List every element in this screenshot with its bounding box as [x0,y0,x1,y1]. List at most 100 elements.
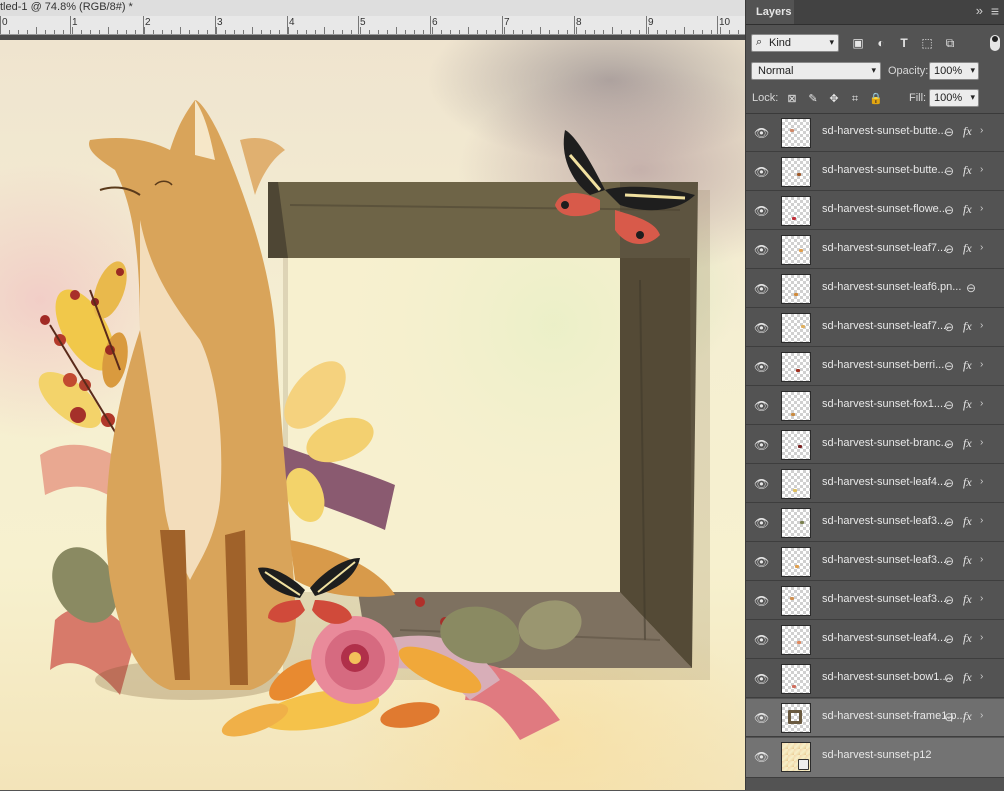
layer-name[interactable]: sd-harvest-sunset-fox1.... [822,398,946,410]
layer-name[interactable]: sd-harvest-sunset-butte... [822,164,947,176]
layer-effects-icon[interactable]: fx [963,670,972,685]
expand-effects-chevron-icon[interactable]: › [980,710,983,721]
layer-row[interactable]: 👁 sd-harvest-sunset-leaf6.pn... ⊖ [746,270,1004,308]
layer-effects-icon[interactable]: fx [963,358,972,373]
expand-effects-chevron-icon[interactable]: › [980,125,983,136]
filter-toggle[interactable] [990,35,1000,51]
expand-effects-chevron-icon[interactable]: › [980,554,983,565]
expand-effects-chevron-icon[interactable]: › [980,515,983,526]
layer-effects-icon[interactable]: fx [963,475,972,490]
layer-name[interactable]: sd-harvest-sunset-leaf4.... [822,632,949,644]
smart-object-filter-icon[interactable]: ⧉ [942,35,958,51]
layer-name[interactable]: sd-harvest-sunset-flowe... [822,203,948,215]
expand-effects-chevron-icon[interactable]: › [980,476,983,487]
layer-row[interactable]: 👁 sd-harvest-sunset-butte... ⊖ fx › [746,153,1004,191]
expand-effects-chevron-icon[interactable]: › [980,164,983,175]
collapse-panel-icon[interactable]: » [976,3,983,18]
horizontal-ruler[interactable]: 0 1 2 3 4 5 6 7 8 9 10 [0,16,745,35]
opacity-field[interactable]: 100% ▾ [929,62,979,80]
visibility-eye-icon[interactable]: 👁 [754,282,769,296]
expand-effects-chevron-icon[interactable]: › [980,398,983,409]
visibility-eye-icon[interactable]: 👁 [754,399,769,413]
layer-row[interactable]: 👁 sd-harvest-sunset-leaf7.... ⊖ fx › [746,231,1004,269]
visibility-eye-icon[interactable]: 👁 [754,555,769,569]
layer-row[interactable]: 👁 sd-harvest-sunset-berri... ⊖ fx › [746,348,1004,386]
layer-name[interactable]: sd-harvest-sunset-leaf3.... [822,593,949,605]
layer-name[interactable]: sd-harvest-sunset-leaf4.... [822,476,949,488]
layer-name[interactable]: sd-harvest-sunset-branc... [822,437,950,449]
lock-artboard-icon[interactable]: ⌗ [848,92,862,106]
layer-row[interactable]: 👁 sd-harvest-sunset-leaf4.... ⊖ fx › [746,465,1004,503]
lock-all-icon[interactable]: 🔒 [869,92,883,106]
document-tab[interactable]: tled-1 @ 74.8% (RGB/8#) * [0,0,745,17]
layer-effects-icon[interactable]: fx [963,514,972,529]
layer-name[interactable]: sd-harvest-sunset-leaf6.pn... [822,281,961,293]
expand-effects-chevron-icon[interactable]: › [980,359,983,370]
layer-row[interactable]: 👁 sd-harvest-sunset-bow1.... ⊖ fx › [746,660,1004,698]
layer-row[interactable]: 👁 sd-harvest-sunset-leaf3.... ⊖ fx › [746,543,1004,581]
layer-effects-icon[interactable]: fx [963,241,972,256]
layer-effects-icon[interactable]: fx [963,553,972,568]
expand-effects-chevron-icon[interactable]: › [980,593,983,604]
document-canvas[interactable] [0,40,745,790]
layer-row[interactable]: 👁 sd-harvest-sunset-flowe... ⊖ fx › [746,192,1004,230]
visibility-eye-icon[interactable]: 👁 [754,516,769,530]
layer-effects-icon[interactable]: fx [963,631,972,646]
layer-row[interactable]: 👁 sd-harvest-sunset-branc... ⊖ fx › [746,426,1004,464]
lock-pixels-icon[interactable]: ✎ [806,92,820,106]
visibility-eye-icon[interactable]: 👁 [754,165,769,179]
visibility-eye-icon[interactable]: 👁 [754,360,769,374]
fill-field[interactable]: 100% ▾ [929,89,979,107]
visibility-eye-icon[interactable]: 👁 [754,438,769,452]
layer-name[interactable]: sd-harvest-sunset-bow1.... [822,671,952,683]
visibility-eye-icon[interactable]: 👁 [754,750,769,764]
layer-name[interactable]: sd-harvest-sunset-berri... [822,359,944,371]
visibility-eye-icon[interactable]: 👁 [754,243,769,257]
expand-effects-chevron-icon[interactable]: › [980,242,983,253]
visibility-eye-icon[interactable]: 👁 [754,126,769,140]
layer-row[interactable]: 👁 sd-harvest-sunset-butte... ⊖ fx › [746,114,1004,152]
shape-filter-icon[interactable]: ⬚ [919,35,935,51]
layer-name[interactable]: sd-harvest-sunset-leaf3.... [822,515,949,527]
visibility-eye-icon[interactable]: 👁 [754,633,769,647]
expand-effects-chevron-icon[interactable]: › [980,320,983,331]
layer-effects-icon[interactable]: fx [963,202,972,217]
filter-kind-select[interactable]: ⌕ Kind ▾ [751,34,839,52]
type-filter-icon[interactable]: T [896,35,912,51]
visibility-eye-icon[interactable]: 👁 [754,594,769,608]
layer-effects-icon[interactable]: fx [963,709,972,724]
layers-list[interactable]: 👁 sd-harvest-sunset-butte... ⊖ fx › 👁 sd-harve… [746,113,1004,791]
layer-effects-icon[interactable]: fx [963,592,972,607]
expand-effects-chevron-icon[interactable]: › [980,203,983,214]
layer-effects-icon[interactable]: fx [963,319,972,334]
visibility-eye-icon[interactable]: 👁 [754,711,769,725]
visibility-eye-icon[interactable]: 👁 [754,321,769,335]
layer-name[interactable]: sd-harvest-sunset-butte... [822,125,947,137]
visibility-eye-icon[interactable]: 👁 [754,672,769,686]
layer-effects-icon[interactable]: fx [963,163,972,178]
adjustment-filter-icon[interactable]: ◐ [873,35,889,51]
layer-name[interactable]: sd-harvest-sunset-p12 [822,749,931,761]
visibility-eye-icon[interactable]: 👁 [754,204,769,218]
layer-row[interactable]: 👁 sd-harvest-sunset-frame1.p... ⊖ fx › [746,699,1004,737]
lock-position-icon[interactable]: ✥ [827,92,841,106]
layer-name[interactable]: sd-harvest-sunset-leaf7.... [822,242,949,254]
tab-layers[interactable]: Layers [746,0,794,24]
expand-effects-chevron-icon[interactable]: › [980,632,983,643]
layer-effects-icon[interactable]: fx [963,436,972,451]
layer-row[interactable]: 👁 sd-harvest-sunset-fox1.... ⊖ fx › [746,387,1004,425]
layer-name[interactable]: sd-harvest-sunset-leaf7.... [822,320,949,332]
blend-mode-select[interactable]: Normal ▾ [751,62,881,80]
layer-row[interactable]: 👁 sd-harvest-sunset-leaf7.... ⊖ fx › [746,309,1004,347]
layer-effects-icon[interactable]: fx [963,397,972,412]
layer-row[interactable]: 👁 sd-harvest-sunset-p12 [746,738,1004,778]
layer-row[interactable]: 👁 sd-harvest-sunset-leaf3.... ⊖ fx › [746,582,1004,620]
layer-row[interactable]: 👁 sd-harvest-sunset-leaf3.... ⊖ fx › [746,504,1004,542]
lock-transparency-icon[interactable]: ⊠ [785,92,799,106]
layer-row[interactable]: 👁 sd-harvest-sunset-leaf4.... ⊖ fx › [746,621,1004,659]
visibility-eye-icon[interactable]: 👁 [754,477,769,491]
panel-menu-icon[interactable]: ≡ [991,3,999,19]
expand-effects-chevron-icon[interactable]: › [980,437,983,448]
image-filter-icon[interactable]: ▣ [850,35,866,51]
expand-effects-chevron-icon[interactable]: › [980,671,983,682]
